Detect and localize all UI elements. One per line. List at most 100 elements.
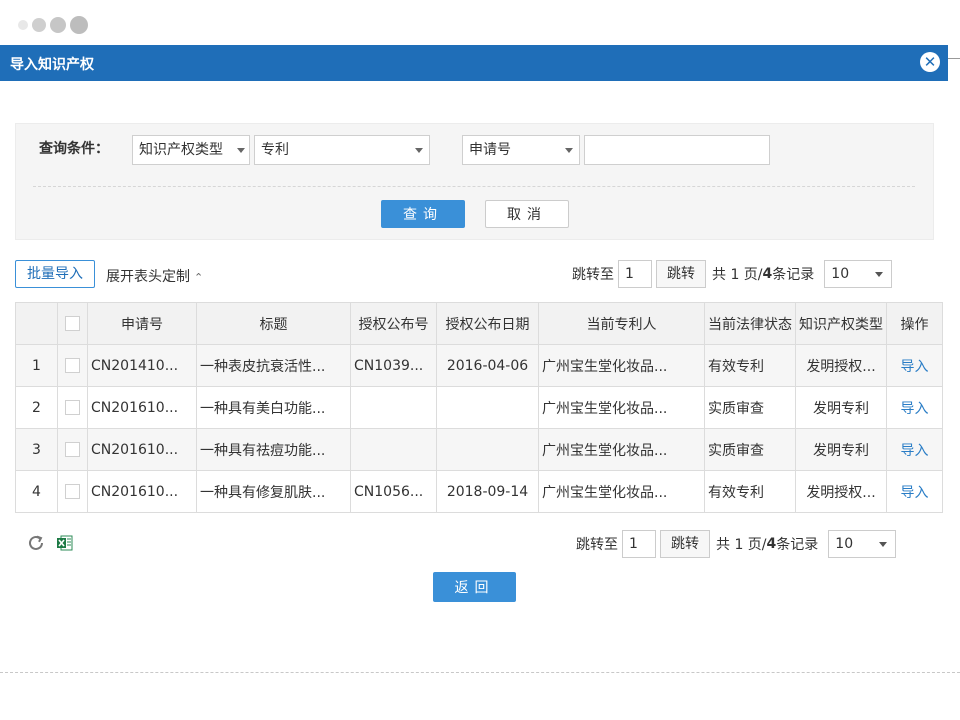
row-index: 1	[15, 344, 58, 387]
import-link[interactable]: 导入	[901, 359, 929, 375]
cell-app-no: CN201410...	[87, 344, 197, 387]
page-size-select[interactable]: 10	[828, 530, 897, 558]
jump-to-label: 跳转至	[572, 267, 614, 283]
total-suffix: 条记录	[776, 537, 819, 553]
cell-status: 有效专利	[704, 470, 796, 513]
chevron-down-icon	[237, 148, 245, 153]
row-select	[57, 386, 88, 429]
column-header-pub-no[interactable]: 授权公布号	[350, 302, 437, 345]
row-select	[57, 470, 88, 513]
column-header-holder[interactable]: 当前专利人	[538, 302, 705, 345]
column-header-index	[15, 302, 58, 345]
row-checkbox[interactable]	[65, 358, 80, 373]
divider	[0, 672, 960, 673]
total-count: 4	[766, 536, 777, 552]
query-panel: 查询条件： 知识产权类型 专利 申请号 查询 取消	[15, 123, 934, 240]
cell-action: 导入	[886, 386, 943, 429]
page-size-value: 10	[835, 536, 854, 552]
ip-subtype-select-value: 专利	[261, 142, 289, 158]
total-suffix: 条记录	[772, 267, 815, 283]
column-header-action: 操作	[886, 302, 943, 345]
row-checkbox[interactable]	[65, 442, 80, 457]
divider	[33, 186, 915, 187]
row-select	[57, 344, 88, 387]
cell-title: 一种具有祛痘功能...	[196, 428, 351, 471]
cell-pub-no: CN1039...	[350, 344, 437, 387]
ip-table: 申请号 标题 授权公布号 授权公布日期 当前专利人 当前法律状态 知识产权类型 …	[15, 302, 943, 513]
table-tools	[26, 533, 74, 553]
jump-button[interactable]: 跳转	[660, 530, 710, 558]
row-checkbox[interactable]	[65, 484, 80, 499]
import-link[interactable]: 导入	[901, 485, 929, 501]
cell-holder: 广州宝生堂化妆品...	[538, 428, 705, 471]
dot-icon	[70, 16, 88, 34]
close-icon[interactable]: ✕	[920, 52, 940, 72]
cell-title: 一种表皮抗衰活性...	[196, 344, 351, 387]
cell-app-no: CN201610...	[87, 428, 197, 471]
cell-app-no: CN201610...	[87, 470, 197, 513]
dot-icon	[32, 18, 46, 32]
ip-type-select-value: 知识产权类型	[139, 142, 223, 158]
row-index: 2	[15, 386, 58, 429]
column-header-ip-type[interactable]: 知识产权类型	[795, 302, 887, 345]
table-row: 2 CN201610... 一种具有美白功能... 广州宝生堂化妆品... 实质…	[15, 386, 943, 429]
cell-holder: 广州宝生堂化妆品...	[538, 344, 705, 387]
select-all-checkbox[interactable]	[65, 316, 80, 331]
chevron-down-icon	[415, 148, 423, 153]
ip-type-select[interactable]: 知识产权类型	[132, 135, 250, 165]
cell-title: 一种具有美白功能...	[196, 386, 351, 429]
back-button[interactable]: 返回	[433, 572, 516, 602]
total-count: 4	[762, 266, 773, 282]
search-button[interactable]: 查询	[381, 200, 465, 228]
row-checkbox[interactable]	[65, 400, 80, 415]
expand-header-link[interactable]: 展开表头定制 ⌃	[106, 266, 203, 286]
cell-status: 实质审查	[704, 428, 796, 471]
cell-ip-type: 发明专利	[795, 386, 887, 429]
ip-subtype-select[interactable]: 专利	[254, 135, 430, 165]
table-header-row: 申请号 标题 授权公布号 授权公布日期 当前专利人 当前法律状态 知识产权类型 …	[15, 302, 943, 345]
chevron-down-icon	[875, 272, 884, 277]
total-prefix: 共 1 页/	[716, 537, 767, 553]
jump-button[interactable]: 跳转	[656, 260, 706, 288]
refresh-icon[interactable]	[26, 533, 46, 553]
cell-pub-date: 2016-04-06	[436, 344, 539, 387]
table-row: 3 CN201610... 一种具有祛痘功能... 广州宝生堂化妆品... 实质…	[15, 428, 943, 471]
cell-action: 导入	[886, 428, 943, 471]
cell-title: 一种具有修复肌肤...	[196, 470, 351, 513]
excel-export-icon[interactable]	[56, 534, 74, 552]
page-size-select[interactable]: 10	[824, 260, 893, 288]
cancel-button[interactable]: 取消	[485, 200, 569, 228]
batch-import-button[interactable]: 批量导入	[15, 260, 95, 288]
chevron-down-icon	[565, 148, 573, 153]
cell-action: 导入	[886, 470, 943, 513]
jump-to-label: 跳转至	[576, 537, 618, 553]
column-header-app-no[interactable]: 申请号	[87, 302, 197, 345]
import-link[interactable]: 导入	[901, 401, 929, 417]
divider	[948, 58, 960, 59]
cell-pub-no	[350, 386, 437, 429]
pager-top: 跳转至 1 跳转 共 1 页/4 条记录 10	[572, 260, 893, 288]
field-select[interactable]: 申请号	[462, 135, 580, 165]
import-link[interactable]: 导入	[901, 443, 929, 459]
search-input[interactable]	[584, 135, 770, 165]
cell-ip-type: 发明授权...	[795, 470, 887, 513]
dot-icon	[50, 17, 66, 33]
chevron-up-icon: ⌃	[194, 271, 204, 284]
cell-action: 导入	[886, 344, 943, 387]
cell-pub-date	[436, 386, 539, 429]
dialog-titlebar: 导入知识产权 ✕	[0, 45, 948, 81]
cell-status: 有效专利	[704, 344, 796, 387]
cell-ip-type: 发明授权...	[795, 344, 887, 387]
column-header-title[interactable]: 标题	[196, 302, 351, 345]
column-header-status[interactable]: 当前法律状态	[704, 302, 796, 345]
table-row: 1 CN201410... 一种表皮抗衰活性... CN1039... 2016…	[15, 344, 943, 387]
window-dots	[18, 16, 88, 34]
column-header-pub-date[interactable]: 授权公布日期	[436, 302, 539, 345]
page-number-input[interactable]: 1	[618, 260, 652, 288]
row-index: 3	[15, 428, 58, 471]
cell-pub-date	[436, 428, 539, 471]
expand-header-label: 展开表头定制	[106, 269, 190, 285]
cell-ip-type: 发明专利	[795, 428, 887, 471]
dot-icon	[18, 20, 28, 30]
page-number-input[interactable]: 1	[622, 530, 656, 558]
